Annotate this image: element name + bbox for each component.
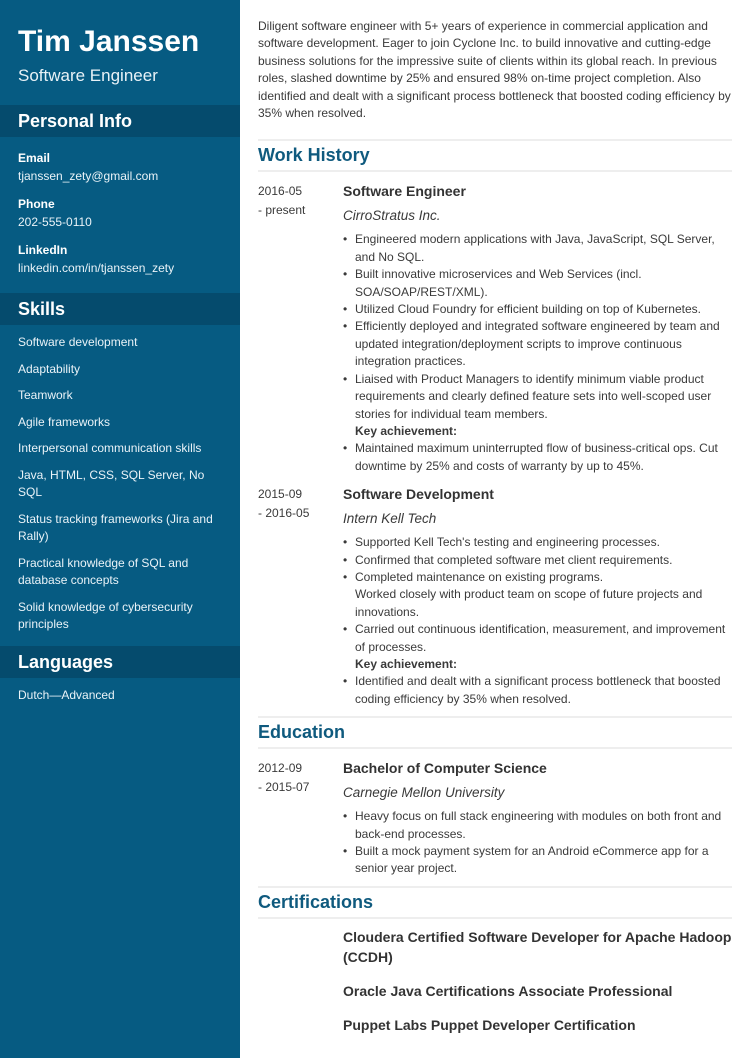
education-heading: Education (258, 722, 346, 743)
phone-label: Phone (18, 197, 55, 211)
entry: 2012-09 - 2015-07 Bachelor of Computer Sci… (258, 759, 732, 878)
entry: 2016-05 - present Software Engineer CirroSt… (258, 182, 732, 475)
languages-list: Dutch—Advanced (0, 687, 240, 705)
personal-info: Email tjanssen_zety@gmail.com Phone 202-… (0, 151, 240, 275)
sidebar: Tim Janssen Software Engineer Personal I… (0, 0, 240, 1058)
bullet-item: Efficiently deployed and integrated soft… (343, 318, 732, 370)
skill-item: Interpersonal communication skills (18, 441, 202, 455)
skill-item: Java, HTML, CSS, SQL Server, No SQL (18, 467, 205, 500)
email-value[interactable]: tjanssen_zety@gmail.com (18, 169, 222, 183)
entry-title: Software Development (343, 486, 494, 503)
date-start: 2012-09 (258, 761, 303, 776)
bullet-item: Liaised with Product Managers to identif… (343, 371, 732, 423)
education: 2012-09 - 2015-07 Bachelor of Computer Sci… (258, 759, 732, 878)
bullet-item: Supported Kell Tech's testing and engine… (343, 534, 732, 552)
bullet-item: Identified and dealt with a significant … (343, 673, 732, 708)
bullet-item: Carried out continuous identification, m… (343, 621, 732, 656)
entry-bullets: Engineered modern applications with Java… (343, 231, 732, 475)
skill-item: Practical knowledge of SQL and database … (18, 555, 189, 588)
bullet-item: Completed maintenance on existing progra… (343, 569, 732, 587)
entry-dates: 2016-05 - present (258, 182, 343, 475)
entry-title: Software Engineer (343, 183, 466, 200)
entry-bullets: Heavy focus on full stack engineering wi… (343, 808, 732, 878)
bullet-item: Confirmed that completed software met cl… (343, 552, 732, 570)
bullet-item: Utilized Cloud Foundry for efficient bui… (343, 301, 732, 319)
languages-heading: Languages (0, 645, 240, 678)
skills-heading: Skills (0, 293, 240, 325)
email-label: Email (18, 151, 51, 165)
candidate-role: Software Engineer (18, 66, 158, 85)
certification-item: Oracle Java Certifications Associate Pro… (343, 982, 673, 999)
bullet-item: Maintained maximum uninterrupted flow of… (343, 440, 732, 475)
work-history-heading: Work History (258, 145, 370, 166)
language-item: Dutch—Advanced (18, 687, 115, 702)
divider (258, 747, 732, 750)
main-content: Diligent software engineer with 5+ years… (258, 18, 732, 1049)
date-start: 2015-09 (258, 487, 303, 502)
entry-title: Bachelor of Computer Science (343, 760, 547, 777)
certifications: Cloudera Certified Software Developer fo… (258, 927, 732, 1035)
entry-organization: Carnegie Mellon University (343, 785, 505, 801)
skill-item: Solid knowledge of cybersecurity princip… (18, 599, 193, 632)
entry-bullets: Supported Kell Tech's testing and engine… (343, 534, 732, 708)
skill-item: Teamwork (18, 388, 73, 402)
skill-item: Agile frameworks (18, 414, 111, 429)
key-achievement-label: Key achievement: (355, 423, 458, 438)
entry-body: Software Development Intern Kell Tech Supp… (343, 485, 732, 708)
entry-body: Bachelor of Computer Science Carnegie Mel… (343, 759, 732, 878)
personal-info-heading: Personal Info (0, 105, 240, 137)
divider (258, 170, 732, 173)
date-end: - present (258, 203, 306, 218)
entry-organization: CirroStratus Inc. (343, 208, 441, 224)
bullet-item: Built a mock payment system for an Andro… (343, 843, 732, 878)
skill-item: Status tracking frameworks (Jira and Ral… (18, 511, 213, 544)
linkedin-label: LinkedIn (18, 243, 68, 257)
entry-dates: 2015-09 - 2016-05 (258, 485, 343, 708)
entry: 2015-09 - 2016-05 Software Development Inte… (258, 485, 732, 708)
date-end: - 2015-07 (258, 780, 310, 795)
bullet-item: Built innovative microservices and Web S… (343, 266, 732, 301)
date-end: - 2016-05 (258, 506, 310, 521)
bullet-item: Engineered modern applications with Java… (343, 231, 732, 266)
bullet-item: Heavy focus on full stack engineering wi… (343, 808, 732, 843)
entry-dates: 2012-09 - 2015-07 (258, 759, 343, 878)
date-start: 2016-05 (258, 184, 303, 199)
divider (258, 916, 732, 919)
certifications-heading: Certifications (258, 891, 374, 912)
skill-item: Adaptability (18, 361, 81, 376)
candidate-name: Tim Janssen (18, 25, 200, 58)
phone-value[interactable]: 202-555-0110 (18, 215, 222, 229)
key-achievement-label: Key achievement: (355, 656, 458, 671)
entry-body: Software Engineer CirroStratus Inc. Engine… (343, 182, 732, 475)
skills-list: Software development Adaptability Teamwork… (0, 334, 240, 634)
work-history: 2016-05 - present Software Engineer CirroSt… (258, 182, 732, 708)
entry-organization: Intern Kell Tech (343, 511, 437, 527)
certification-item: Cloudera Certified Software Developer fo… (343, 928, 732, 965)
summary: Diligent software engineer with 5+ years… (258, 19, 731, 121)
certification-item: Puppet Labs Puppet Developer Certificati… (343, 1016, 636, 1033)
linkedin-value[interactable]: linkedin.com/in/tjanssen_zety (18, 261, 222, 275)
skill-item: Software development (18, 335, 138, 349)
bullet-item: Worked closely with product team on scop… (355, 587, 703, 619)
